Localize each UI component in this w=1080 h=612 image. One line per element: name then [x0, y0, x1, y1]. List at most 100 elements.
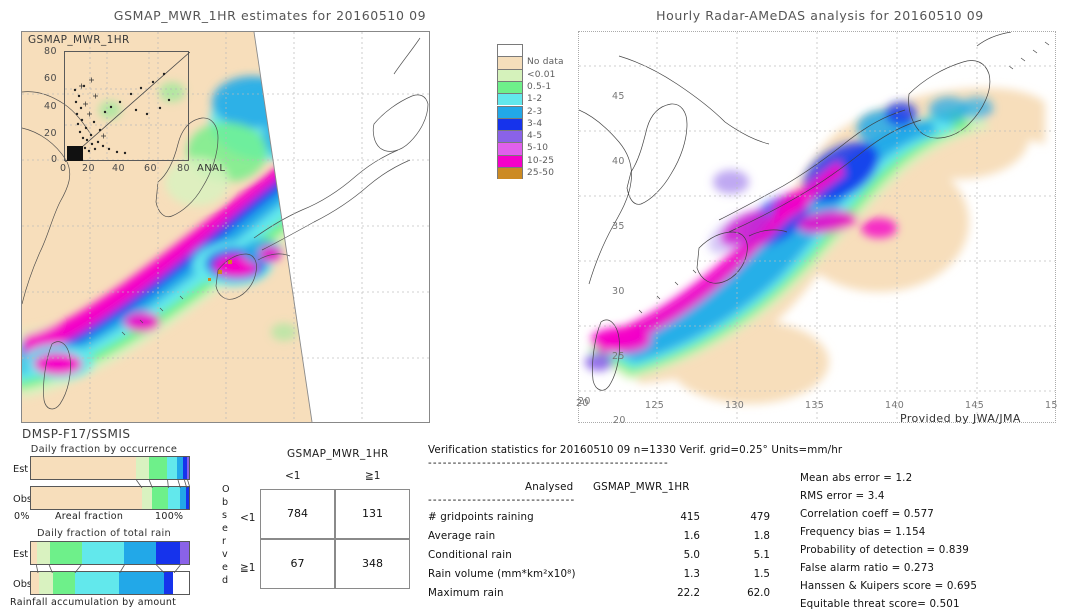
verification-score-6: Hanssen & Kuipers score = 0.695 — [800, 580, 978, 592]
right-lat-tick-30: 30 — [612, 286, 625, 297]
inset-title: GSMAP_MWR_1HR — [28, 34, 130, 46]
inset-ytick-60: 60 — [44, 73, 57, 84]
verification-row-label-2: Conditional rain — [428, 549, 512, 561]
verification-sub-divider: ------------------------------ — [428, 494, 576, 506]
colorbar-label-9: 10-25 — [527, 155, 555, 166]
colorbar-swatch-8 — [497, 142, 523, 155]
inset-xtick-60: 60 — [144, 163, 157, 174]
left-map-canvas: GSMAP_MWR_1HR 80 60 40 20 0 0 20 40 60 8… — [22, 32, 429, 422]
contingency-row-header-ge1: ≧1 — [240, 562, 256, 574]
contingency-side-letter-2: s — [222, 510, 227, 521]
right-panel-title: Hourly Radar-AMeDAS analysis for 2016051… — [656, 8, 984, 23]
verification-row-model-0: 479 — [750, 511, 770, 523]
colorbar-label-10: 25-50 — [527, 168, 555, 178]
verification-score-2: Correlation coeff = 0.577 — [800, 508, 934, 520]
colorbar-label-3: 0.5-1 — [527, 81, 552, 92]
left-map-panel[interactable]: GSMAP_MWR_1HR 80 60 40 20 0 0 20 40 60 8… — [21, 31, 430, 423]
right-map-svg — [579, 32, 1055, 422]
contingency-value-01: 131 — [362, 507, 383, 520]
frac-occ-seg-0-3 — [166, 457, 178, 479]
inset-xtick-20: 20 — [82, 163, 95, 174]
frac-amt-seg-0-6 — [179, 542, 189, 564]
frac-amt-seg-0-2 — [49, 542, 82, 564]
right-map-canvas — [579, 32, 1055, 422]
contingency-side-label: Observed — [222, 484, 236, 594]
verification-score-1: RMS error = 3.4 — [800, 490, 885, 502]
credit-label: Provided by JWA/JMA — [900, 412, 1021, 425]
frac-occurrence-axis-right: 100% — [155, 511, 184, 522]
colorbar-swatch-0 — [497, 44, 523, 57]
frac-amt-seg-0-4 — [124, 542, 156, 564]
left-panel-title: GSMAP_MWR_1HR estimates for 20160510 09 — [113, 8, 427, 23]
inset-xtick-80: 80 — [177, 163, 190, 174]
frac-occ-seg-0-2 — [148, 457, 167, 479]
verification-row-analysed-4: 22.2 — [677, 587, 700, 599]
verification-col-model: GSMAP_MWR_1HR — [593, 481, 690, 493]
colorbar-label-4: 1-2 — [527, 94, 543, 105]
right-lon-tick-140: 140 — [885, 400, 905, 411]
inset-ytick-0: 0 — [51, 154, 58, 165]
verification-row-model-4: 62.0 — [747, 587, 770, 599]
frac-totalrain-chart: Est Obs — [0, 541, 200, 595]
contingency-title: GSMAP_MWR_1HR — [287, 448, 389, 460]
right-map-panel[interactable] — [578, 31, 1056, 423]
right-lon-tick-135: 135 — [805, 400, 825, 411]
frac-occurrence-chart: Est Obs — [0, 456, 200, 510]
frac-occ-seg-1-0 — [31, 487, 142, 509]
frac-occ-seg-1-5 — [185, 487, 189, 509]
verification-score-4: Probability of detection = 0.839 — [800, 544, 969, 556]
verification-col-analysed: Analysed — [525, 481, 574, 493]
verification-row-analysed-0: 415 — [680, 511, 700, 523]
contingency-row-header-lt1: <1 — [240, 512, 256, 524]
colorbar-swatch-2 — [497, 68, 523, 81]
contingency-side-letter-1: b — [222, 497, 229, 508]
colorbar-label-1: No data — [527, 57, 564, 68]
frac-amt-seg-0-5 — [155, 542, 180, 564]
frac-amt-seg-1-3 — [75, 572, 120, 594]
frac-occ-connectors — [136, 480, 190, 488]
inset-scatter-box — [64, 51, 191, 163]
contingency-value-10: 67 — [290, 557, 305, 570]
colorbar-swatch-3 — [497, 80, 523, 94]
right-lon-tick-125: 125 — [645, 400, 665, 411]
contingency-col-header-lt1: <1 — [285, 470, 301, 482]
colorbar-label-2: <0.01 — [527, 69, 556, 80]
contingency-side-letter-0: O — [222, 484, 230, 495]
contingency-value-00: 784 — [287, 507, 308, 520]
colorbar-swatch-5 — [497, 105, 523, 118]
frac-occ-bar-1 — [30, 486, 190, 510]
contingency-col-header-ge1: ≧1 — [365, 470, 381, 482]
colorbar-swatch-9 — [497, 154, 523, 167]
colorbar-label-8: 5-10 — [527, 143, 549, 154]
frac-amt-bar-0 — [30, 541, 190, 565]
frac-occ-seg-1-2 — [151, 487, 168, 509]
right-lat-tick-35: 35 — [612, 221, 625, 232]
inset-ytick-20: 20 — [44, 128, 57, 139]
right-lat-tick-40: 40 — [612, 156, 625, 167]
colorbar-swatch-6 — [497, 117, 523, 131]
colorbar-label-6: 3-4 — [527, 118, 543, 129]
inset-xaxis-label: ANAL — [197, 163, 226, 174]
frac-occ-bar-0 — [30, 456, 190, 480]
frac-occ-seg-0-6 — [186, 457, 189, 479]
frac-occurrence-title: Daily fraction by occurrence — [30, 444, 178, 455]
contingency-side-letter-4: r — [222, 536, 226, 547]
colorbar: No data <0.01 0.5-1 1-2 2-3 3-4 4-5 5-10 10-25 25… — [497, 44, 567, 180]
frac-occ-row-label-0: Est — [13, 464, 29, 475]
right-lat-tick-25: 25 — [612, 351, 625, 362]
right-lat-tick-45: 45 — [612, 91, 625, 102]
right-lon-tick-120: 20 — [576, 398, 589, 409]
frac-totalrain-title: Daily fraction of total rain — [36, 528, 172, 539]
frac-amt-seg-0-1 — [37, 542, 50, 564]
colorbar-swatch-1 — [497, 56, 523, 69]
colorbar-swatch-4 — [497, 93, 523, 106]
inset-xtick-40: 40 — [112, 163, 125, 174]
frac-occ-seg-0-1 — [136, 457, 149, 479]
contingency-side-letter-3: e — [222, 523, 228, 534]
frac-occ-seg-1-3 — [167, 487, 180, 509]
verification-row-label-1: Average rain — [428, 530, 496, 542]
frac-amt-seg-1-1 — [38, 572, 54, 594]
frac-totalrain-axis-bottom: Rainfall accumulation by amount — [10, 597, 177, 608]
verification-row-analysed-3: 1.3 — [683, 568, 700, 580]
right-lon-tick-145: 145 — [965, 400, 985, 411]
